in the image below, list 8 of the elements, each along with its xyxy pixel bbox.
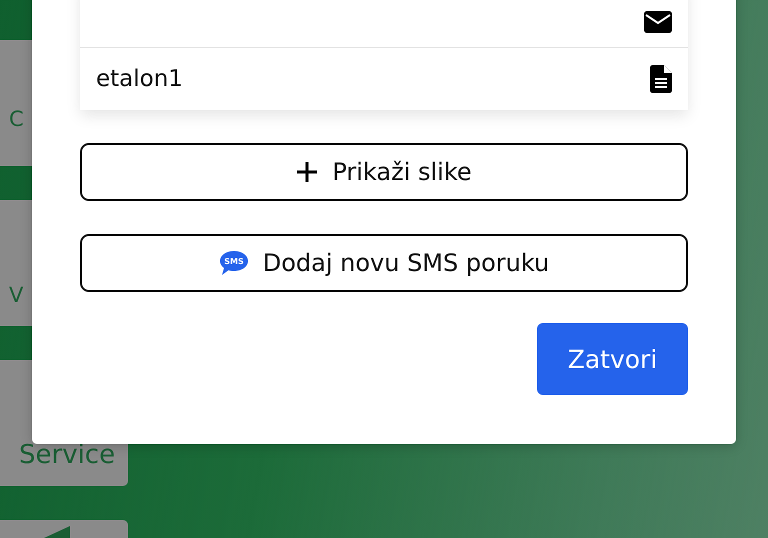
outline-button[interactable]: Prikaži slike bbox=[80, 143, 688, 201]
sms-icon: SMS bbox=[218, 250, 249, 276]
outline-button[interactable]: SMS Dodaj novu SMS poruku bbox=[80, 234, 688, 292]
envelope-icon[interactable] bbox=[644, 10, 672, 32]
close-button[interactable]: Zatvori bbox=[537, 323, 688, 395]
plus-icon bbox=[296, 161, 318, 183]
item-text: etalon1 bbox=[96, 66, 183, 92]
document-icon[interactable] bbox=[650, 65, 672, 93]
